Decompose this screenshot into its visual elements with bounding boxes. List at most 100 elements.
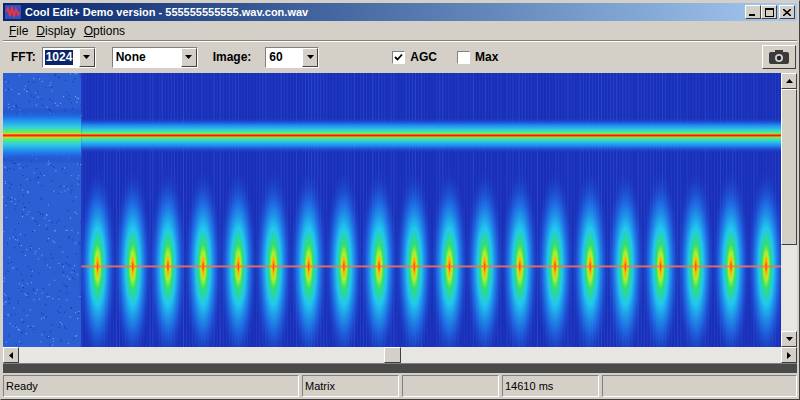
spectrogram-noise [50,85,51,86]
spectrogram-noise [60,324,61,325]
spectrogram-noise [66,276,67,277]
spectrogram-noise [71,175,72,176]
spectrogram-noise [21,332,22,333]
spectrogram-noise [69,95,70,96]
spectrogram-noise [41,185,42,186]
spectrogram-noise [4,277,5,278]
spectrogram-noise [49,220,50,221]
scroll-up-button[interactable] [781,73,797,89]
spectrogram-noise [72,278,73,279]
spectrogram-noise [51,87,52,88]
spectrogram-noise [13,326,14,327]
max-checkbox[interactable] [457,51,470,64]
spectrogram-noise [15,106,16,107]
spectrogram-noise [42,334,43,335]
spectrogram-noise [72,268,73,269]
spectrogram[interactable] [3,73,781,347]
title-bar[interactable]: Cool Edit+ Demo version - 555555555555.w… [3,3,797,21]
spectrogram-noise [22,213,23,214]
close-button[interactable] [779,5,795,19]
window-function-select[interactable]: None [112,47,198,68]
spectrogram-noise [76,102,77,103]
spectrogram-noise [32,231,33,232]
horizontal-scrollbar[interactable] [3,347,797,363]
spectrogram-noise [18,329,19,330]
spectrogram-noise [43,317,44,318]
spectrogram-noise [66,328,67,329]
vertical-scroll-track[interactable] [781,89,797,331]
spectrogram-noise [33,78,34,79]
spectrogram-noise [66,98,67,99]
spectrogram-noise [71,189,72,190]
spectrogram-noise [39,225,40,226]
spectrogram-noise [67,230,68,231]
agc-checkbox-row[interactable]: AGC [392,48,437,66]
menu-item[interactable]: File [5,22,32,40]
spectrogram-pulse [747,166,781,347]
scroll-left-button[interactable] [3,347,19,363]
spectrogram-noise [10,323,11,324]
spectrogram-noise [73,200,74,201]
menu-item[interactable]: Options [80,22,129,40]
spectrogram-noise [75,243,76,244]
spectrogram-noise [41,255,42,256]
spectrogram-noise [52,222,53,223]
close-icon [783,9,791,16]
spectrogram-noise [80,164,81,165]
maximize-icon [765,8,774,17]
minimize-button[interactable] [745,5,761,19]
dropdown-button[interactable] [302,48,318,67]
snapshot-button[interactable] [762,45,796,69]
spectrogram-pulse [325,166,364,347]
spectrogram-noise [41,313,42,314]
spectrogram-noise [10,199,11,200]
maximize-button[interactable] [761,5,777,19]
spectrogram-noise [49,284,50,285]
app-icon [5,5,21,19]
spectrogram-noise [47,228,48,229]
dropdown-button[interactable] [79,48,95,67]
max-label: Max [475,48,498,66]
spectrogram-noise [74,265,75,266]
agc-checkbox[interactable] [392,51,405,64]
horizontal-scroll-track[interactable] [19,347,781,363]
status-pane [602,375,797,397]
spectrogram-noise [5,302,6,303]
spectrogram-noise [66,92,67,93]
spectrogram-noise [39,78,40,79]
spectrogram-noise [38,182,39,183]
spectrogram-noise [58,297,59,298]
spectrogram-noise [8,104,9,105]
spectrogram-noise [49,345,50,346]
spectrogram-noise [35,253,36,254]
status-mode: Matrix [302,375,399,397]
up-arrow-icon [786,79,793,83]
spectrogram-noise [60,192,61,193]
fft-select[interactable]: 1024 [42,47,96,68]
spectrogram-noise [62,271,63,272]
spectrogram-noise [49,337,50,338]
spectrogram-noise [68,238,69,239]
image-select[interactable]: 60 [265,47,319,68]
spectrogram-noise [53,105,54,106]
scroll-right-button[interactable] [781,347,797,363]
vertical-scroll-thumb[interactable] [781,89,797,245]
spectrogram-noise [48,204,49,205]
vertical-scrollbar[interactable] [781,73,797,347]
spectrogram-noise [9,238,10,239]
spectrogram-noise [60,186,61,187]
horizontal-scroll-thumb[interactable] [384,347,401,363]
dropdown-button[interactable] [181,48,197,67]
spectrogram-noise [22,280,23,281]
menu-item[interactable]: Display [32,22,79,40]
scroll-down-button[interactable] [781,331,797,347]
spectrogram-noise [19,75,20,76]
spectrogram-tone [81,117,781,153]
spectrogram-noise [12,268,13,269]
spectrogram-noise [11,184,12,185]
spectrogram-noise [38,211,39,212]
max-checkbox-row[interactable]: Max [457,48,498,66]
spectrogram-noise [22,216,23,217]
spectrogram-noise [44,217,45,218]
spectrogram-noise [74,271,75,272]
